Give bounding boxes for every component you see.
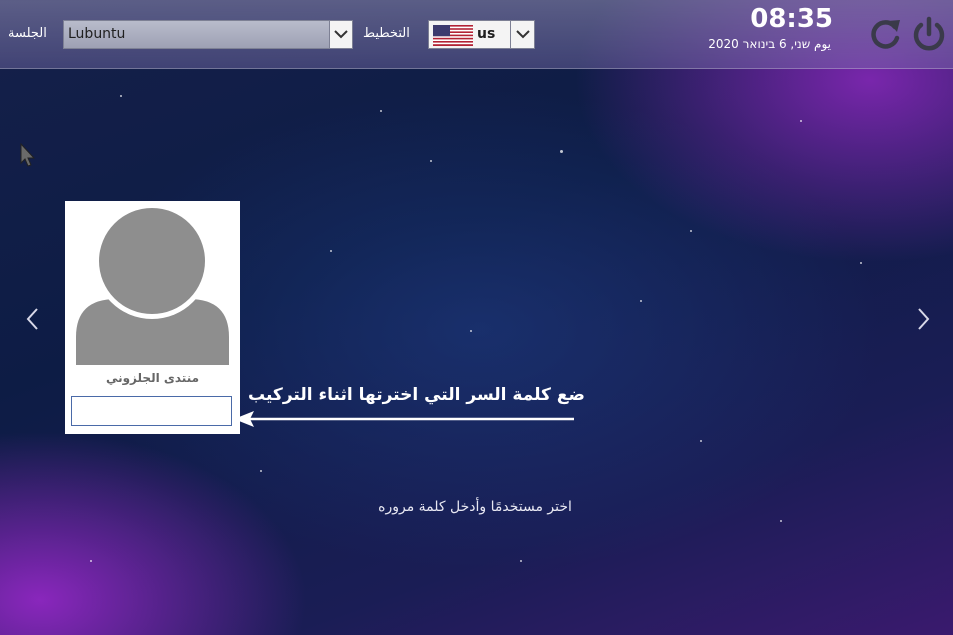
session-value: Lubuntu (68, 26, 126, 42)
arrow-icon (234, 411, 574, 427)
layout-label: التخطيط (363, 26, 410, 41)
user-name: منتدى الجلزوني (105, 371, 200, 385)
layout-value: us (477, 26, 496, 42)
clock: 08:35 (750, 4, 833, 34)
mouse-cursor-icon (20, 143, 36, 167)
chevron-right-icon[interactable] (914, 306, 932, 332)
avatar (76, 207, 229, 365)
date: يوم שני, 6 בינואר 2020 (708, 37, 831, 51)
us-flag-icon (433, 25, 473, 46)
annotation-text: ضع كلمة السر التي اخترتها اثناء التركيب (248, 385, 585, 405)
chevron-down-icon[interactable] (510, 21, 534, 48)
user-card[interactable]: منتدى الجلزوني (65, 201, 240, 434)
restart-icon[interactable] (866, 16, 904, 54)
session-label: الجلسة (8, 26, 47, 41)
top-bar: الجلسة Lubuntu التخطيط us 08:35 يوم שני,… (0, 0, 953, 69)
login-hint: اختر مستخدمًا وأدخل كلمة مروره (378, 499, 572, 515)
chevron-left-icon[interactable] (24, 306, 42, 332)
password-field[interactable] (71, 396, 232, 426)
chevron-down-icon[interactable] (329, 20, 353, 49)
session-select[interactable]: Lubuntu (63, 20, 353, 49)
keyboard-layout-select[interactable]: us (428, 20, 535, 49)
power-icon[interactable] (910, 15, 948, 53)
